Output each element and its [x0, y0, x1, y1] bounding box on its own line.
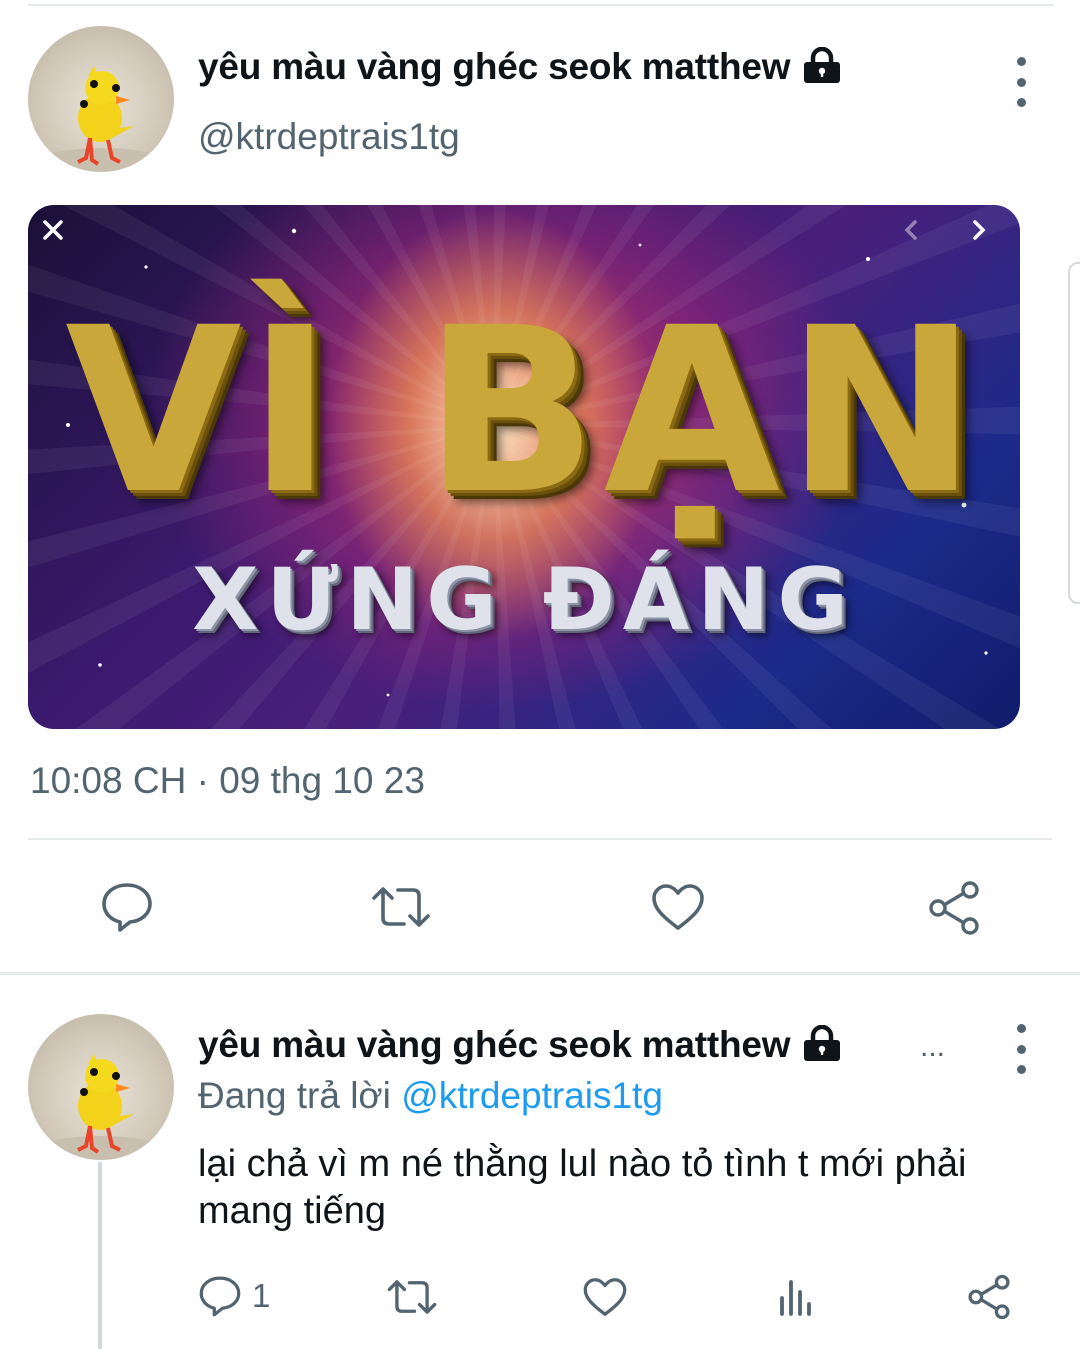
reply-icon: [102, 883, 152, 932]
like-button[interactable]: [650, 882, 706, 932]
analytics-icon: [780, 1280, 811, 1316]
reply-icon: [199, 1276, 241, 1317]
media-title-big: VÌ BẠN: [65, 278, 983, 544]
lock-icon: [800, 1024, 844, 1070]
avatar[interactable]: [28, 26, 174, 172]
reply-share-button[interactable]: [966, 1274, 1012, 1320]
reply-display-name-text: yêu màu vàng ghéc seok matthew: [198, 1024, 791, 1065]
chevron-right-icon[interactable]: [966, 215, 992, 245]
like-icon: [652, 884, 704, 930]
reply-button[interactable]: [100, 880, 154, 934]
lock-icon: [800, 46, 844, 92]
reply-count: 1: [252, 1277, 271, 1314]
scrollbar[interactable]: [1068, 262, 1080, 604]
handle[interactable]: @ktrdeptrais1tg: [198, 116, 460, 158]
reply-like-button[interactable]: [582, 1276, 628, 1318]
timestamp[interactable]: 10:08 CH · 09 thg 10 23: [30, 760, 425, 802]
media-title-small: XỨNG ĐÁNG: [192, 550, 856, 650]
reply-avatar[interactable]: [28, 1014, 174, 1160]
reply-text: lại chả vì m né thằng lul nào tỏ tình t …: [198, 1143, 967, 1232]
section-divider: [0, 972, 1080, 975]
reply-display-name[interactable]: yêu màu vàng ghéc seok matthew: [198, 1024, 844, 1070]
replying-mention-link[interactable]: @ktrdeptrais1tg: [401, 1075, 663, 1116]
replying-prefix: Đang trả lời: [198, 1075, 391, 1116]
tweet-media[interactable]: VÌ BẠN XỨNG ĐÁNG: [28, 205, 1020, 729]
tweet-detail-page: yêu màu vàng ghéc seok matthew @ktrdeptr…: [0, 0, 1080, 1349]
share-icon: [968, 1274, 1010, 1320]
reply-more-icon[interactable]: [1009, 1024, 1033, 1074]
share-icon: [929, 881, 979, 935]
share-button[interactable]: [926, 880, 982, 936]
reply-retweet-button[interactable]: [386, 1276, 438, 1318]
reply-reply-button[interactable]: 1: [198, 1274, 270, 1318]
thread-line: [98, 1162, 102, 1349]
top-divider: [28, 4, 1054, 6]
name-overflow-ellipsis: ...: [920, 1030, 946, 1063]
more-icon[interactable]: [1009, 57, 1033, 107]
analytics-button[interactable]: [776, 1276, 816, 1316]
timestamp-divider: [28, 838, 1052, 840]
close-icon[interactable]: [38, 215, 68, 245]
like-icon: [583, 1278, 627, 1316]
retweet-icon: [387, 1280, 437, 1314]
display-name[interactable]: yêu màu vàng ghéc seok matthew: [198, 46, 844, 92]
retweet-button[interactable]: [370, 882, 432, 932]
replying-to: Đang trả lời @ktrdeptrais1tg: [198, 1075, 663, 1117]
retweet-icon: [372, 887, 430, 927]
chevron-left-icon[interactable]: [898, 215, 924, 245]
display-name-text: yêu màu vàng ghéc seok matthew: [198, 46, 791, 87]
